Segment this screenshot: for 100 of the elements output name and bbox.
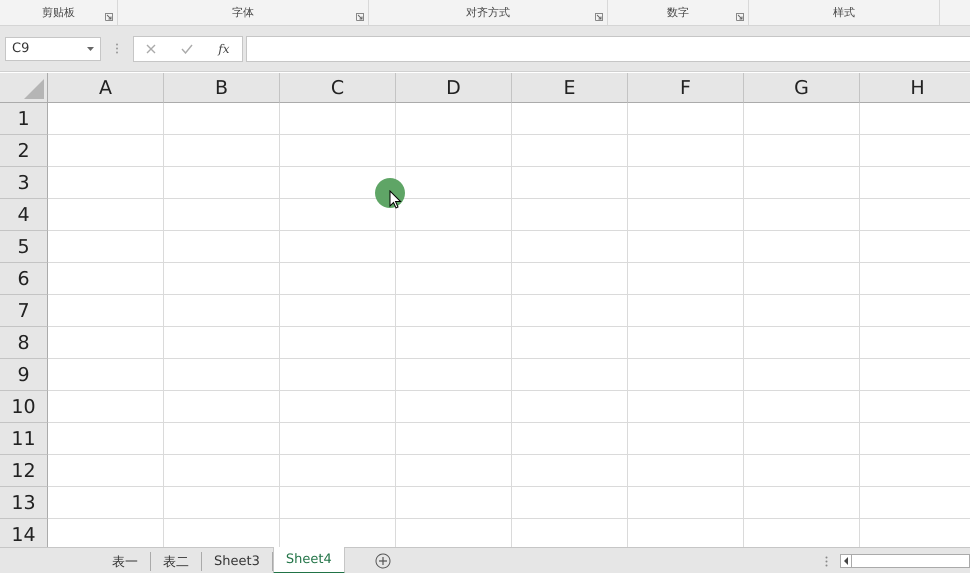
grid-cell[interactable] [628, 231, 744, 263]
grid-cell[interactable] [280, 327, 396, 359]
sheet-tab[interactable]: 表二 [151, 552, 202, 571]
grid-cell[interactable] [744, 391, 860, 423]
grid-cell[interactable] [396, 391, 512, 423]
select-all-icon[interactable] [24, 79, 44, 99]
grid-cell[interactable] [744, 103, 860, 135]
grid-cell[interactable] [396, 455, 512, 487]
grid-cell[interactable] [280, 135, 396, 167]
grid-cell[interactable] [280, 295, 396, 327]
grid-cell[interactable] [280, 391, 396, 423]
grid-cell[interactable] [628, 199, 744, 231]
grid-cell[interactable] [628, 359, 744, 391]
dropdown-caret-icon[interactable] [87, 46, 94, 50]
grid-cell[interactable] [164, 167, 280, 199]
row-header[interactable]: 3 [0, 167, 48, 199]
grid-cell[interactable] [396, 231, 512, 263]
column-header[interactable]: A [48, 73, 164, 103]
horizontal-scrollbar[interactable] [840, 554, 970, 568]
grid-cell[interactable] [164, 295, 280, 327]
grid-cell[interactable] [512, 263, 628, 295]
formula-input[interactable] [246, 36, 970, 62]
grid-cell[interactable] [628, 423, 744, 455]
cancel-icon[interactable] [146, 44, 156, 54]
grid-cell[interactable] [744, 263, 860, 295]
grid-cell[interactable] [48, 455, 164, 487]
grid-cell[interactable] [164, 327, 280, 359]
row-header[interactable]: 5 [0, 231, 48, 263]
grid-cell[interactable] [48, 423, 164, 455]
dialog-launcher-icon[interactable] [736, 13, 744, 21]
grid-cell[interactable] [164, 263, 280, 295]
grid-cell[interactable] [744, 455, 860, 487]
grid-cell[interactable] [744, 327, 860, 359]
grid-cell[interactable] [628, 263, 744, 295]
grid-cell[interactable] [396, 359, 512, 391]
sheet-tab[interactable]: 表一 [100, 552, 151, 571]
row-header[interactable]: 6 [0, 263, 48, 295]
column-header[interactable]: H [860, 73, 970, 103]
grid-cell[interactable] [280, 487, 396, 519]
grid-cell[interactable] [628, 135, 744, 167]
row-header[interactable]: 13 [0, 487, 48, 519]
grid-cell[interactable] [48, 135, 164, 167]
grid-cell[interactable] [512, 199, 628, 231]
grid-cell[interactable] [164, 359, 280, 391]
column-header[interactable]: C [280, 73, 396, 103]
grid-cell[interactable] [48, 487, 164, 519]
grid-cell[interactable] [396, 295, 512, 327]
grid-cell[interactable] [744, 487, 860, 519]
grid-cell[interactable] [280, 455, 396, 487]
grid-cell[interactable] [48, 231, 164, 263]
grid-cell[interactable] [628, 391, 744, 423]
grid-cell[interactable] [48, 359, 164, 391]
row-header[interactable]: 14 [0, 519, 48, 547]
grid-cell[interactable] [512, 167, 628, 199]
grid-cell[interactable] [396, 487, 512, 519]
insert-function-button[interactable]: fx [218, 42, 230, 56]
dialog-launcher-icon[interactable] [105, 13, 113, 21]
column-header[interactable]: F [628, 73, 744, 103]
grid-cell[interactable] [744, 359, 860, 391]
grid-cell[interactable] [628, 327, 744, 359]
grid-cell[interactable] [396, 135, 512, 167]
row-header[interactable]: 1 [0, 103, 48, 135]
grid-cell[interactable] [280, 231, 396, 263]
grid-cell[interactable] [48, 103, 164, 135]
grid-cell[interactable] [512, 295, 628, 327]
grid-cell[interactable] [396, 263, 512, 295]
grid-cell[interactable] [628, 487, 744, 519]
grid-cell[interactable] [512, 231, 628, 263]
grid-cell[interactable] [628, 295, 744, 327]
checkmark-icon[interactable] [181, 44, 194, 54]
grid-cell[interactable] [280, 263, 396, 295]
grid-cell[interactable] [744, 167, 860, 199]
grid-cell[interactable] [48, 167, 164, 199]
more-options-icon[interactable] [113, 43, 121, 54]
grid-cell[interactable] [512, 487, 628, 519]
grid-cell[interactable] [396, 327, 512, 359]
splitter-handle-icon[interactable] [825, 556, 828, 566]
grid-cell[interactable] [628, 167, 744, 199]
column-header[interactable]: D [396, 73, 512, 103]
grid-cell[interactable] [628, 103, 744, 135]
grid-cell[interactable] [396, 423, 512, 455]
grid-cell[interactable] [628, 455, 744, 487]
column-header[interactable]: E [512, 73, 628, 103]
row-header[interactable]: 7 [0, 295, 48, 327]
grid-cell[interactable] [512, 327, 628, 359]
grid-cell[interactable] [164, 135, 280, 167]
row-header[interactable]: 2 [0, 135, 48, 167]
grid-cell[interactable] [48, 199, 164, 231]
grid-cell[interactable] [512, 455, 628, 487]
grid-cell[interactable] [164, 231, 280, 263]
dialog-launcher-icon[interactable] [356, 13, 364, 21]
dialog-launcher-icon[interactable] [595, 13, 603, 21]
name-box[interactable]: C9 [5, 36, 101, 60]
grid-cell[interactable] [396, 103, 512, 135]
column-header[interactable]: B [164, 73, 280, 103]
grid-cell[interactable] [512, 135, 628, 167]
row-header[interactable]: 9 [0, 359, 48, 391]
grid-cell[interactable] [744, 295, 860, 327]
row-header[interactable]: 4 [0, 199, 48, 231]
grid-cell[interactable] [280, 423, 396, 455]
